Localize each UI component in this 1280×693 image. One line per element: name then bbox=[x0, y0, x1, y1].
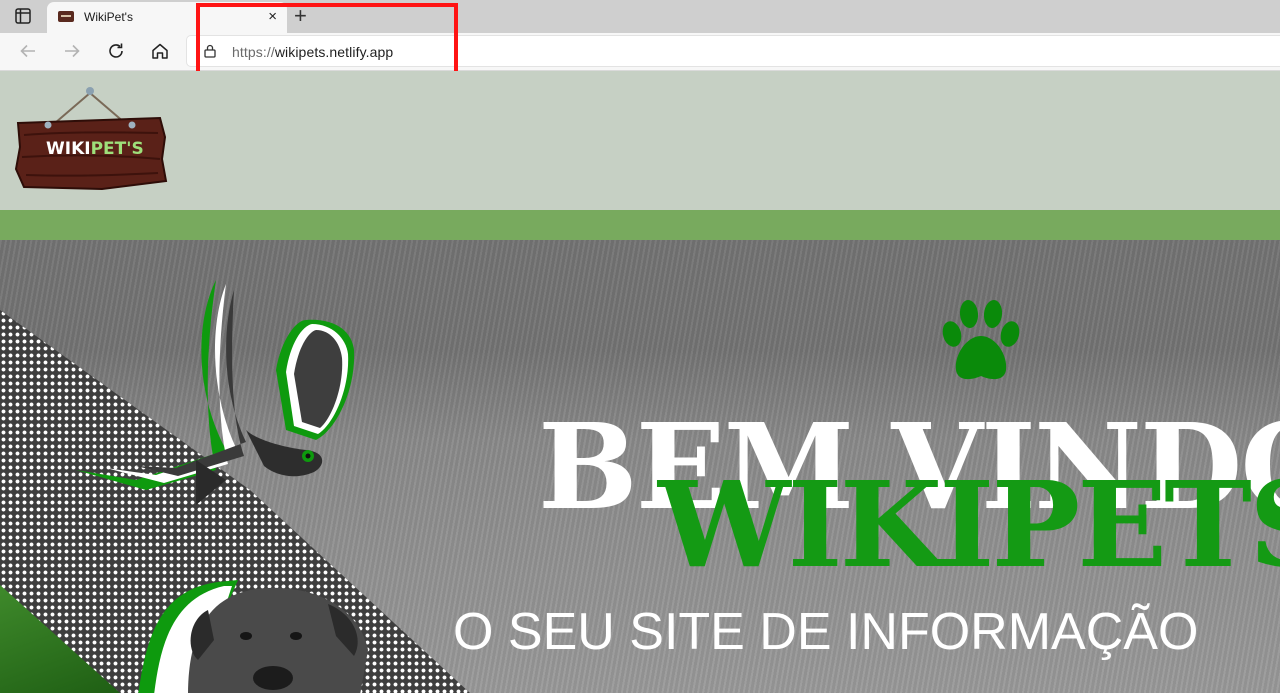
svg-text:WIKIPET'S: WIKIPET'S bbox=[46, 139, 144, 159]
site-favicon-icon bbox=[58, 11, 74, 22]
browser-toolbar: https://wikipets.netlify.app bbox=[0, 33, 1280, 71]
home-icon[interactable] bbox=[148, 39, 172, 63]
hero-section: BEM VINDO WIKIPETS O SEU SITE DE INFORMA… bbox=[0, 240, 1280, 693]
parrot-image bbox=[76, 280, 355, 505]
paw-icon bbox=[942, 300, 1020, 380]
green-divider-bar bbox=[0, 210, 1280, 240]
hero-tagline: O SEU SITE DE INFORMAÇÃO bbox=[453, 603, 1199, 661]
back-arrow-icon[interactable] bbox=[16, 39, 40, 63]
web-page: WIKIPET'S BEM VINDO WIKIPETS O SEU SITE … bbox=[0, 71, 1280, 693]
site-header: WIKIPET'S bbox=[0, 71, 1280, 210]
dog-image bbox=[138, 580, 368, 693]
tab-title: WikiPet's bbox=[84, 10, 133, 24]
tab-actions-icon[interactable] bbox=[14, 7, 32, 25]
tab-strip: WikiPet's × + bbox=[0, 0, 1280, 33]
forward-arrow-icon[interactable] bbox=[60, 39, 84, 63]
wikipets-logo[interactable]: WIKIPET'S bbox=[12, 85, 168, 191]
refresh-icon[interactable] bbox=[104, 39, 128, 63]
hero-brand: WIKIPETS bbox=[658, 455, 1280, 594]
